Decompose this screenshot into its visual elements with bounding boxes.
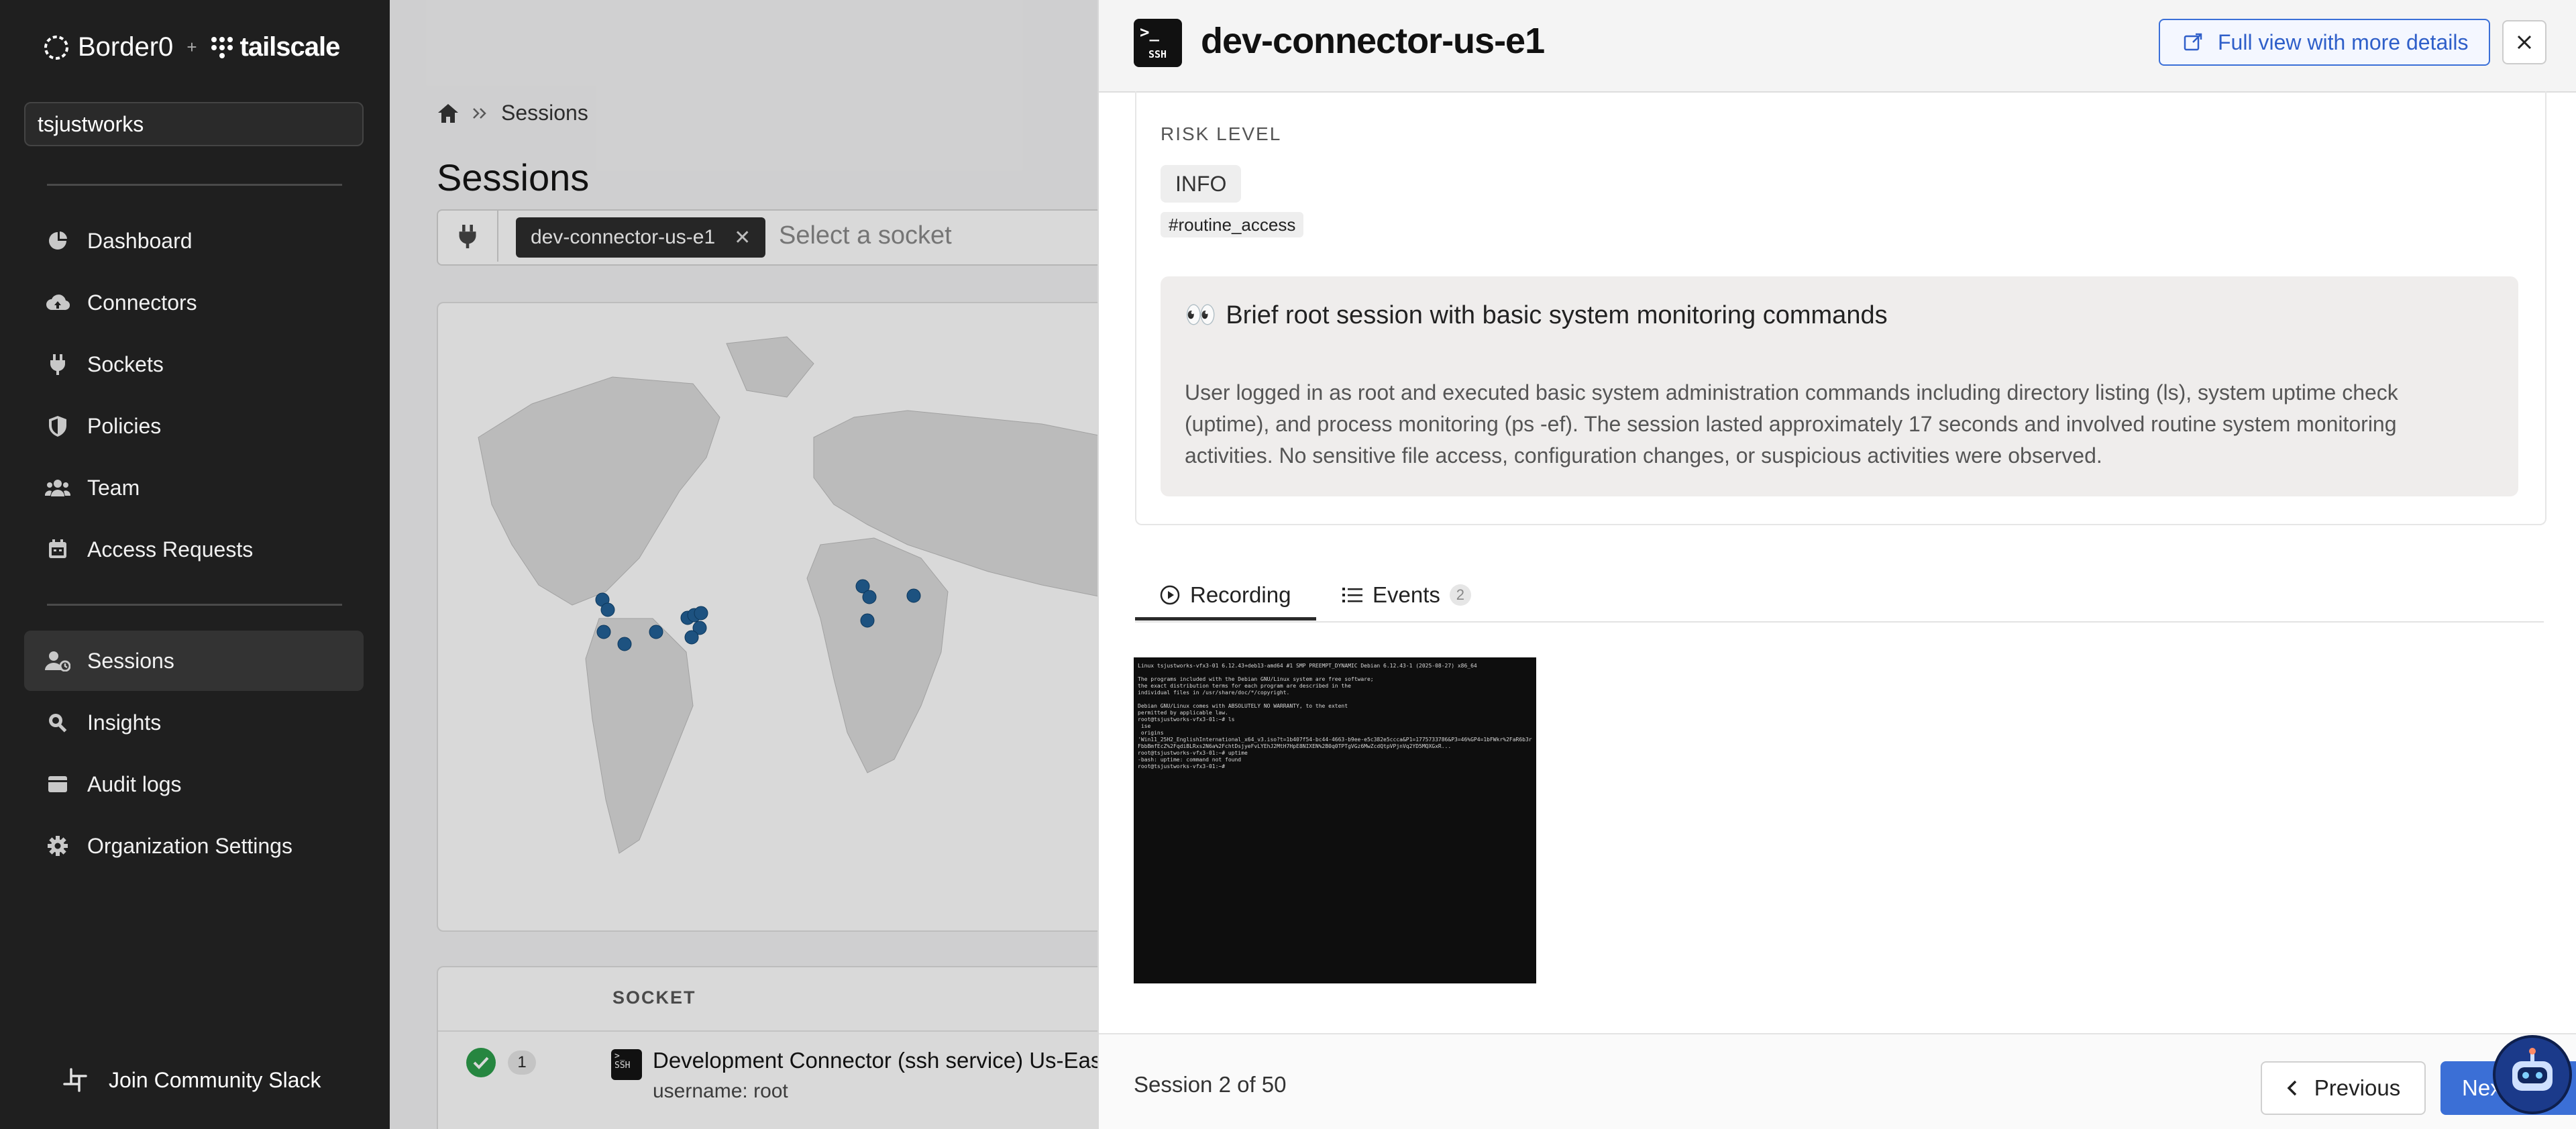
logo-plus: +	[186, 37, 197, 57]
sidebar-item-dashboard[interactable]: Dashboard	[24, 211, 364, 271]
sidebar-item-audit-logs[interactable]: Audit logs	[24, 754, 364, 814]
full-view-button[interactable]: Full view with more details	[2159, 19, 2490, 66]
sidebar-divider	[47, 184, 342, 186]
sidebar-item-label: Access Requests	[87, 537, 254, 561]
tab-events[interactable]: Events 2	[1342, 570, 1471, 620]
session-recording-player[interactable]: Linux tsjustworks-vfx3-01 6.12.43+deb13-…	[1134, 657, 1536, 983]
slack-icon	[63, 1068, 87, 1092]
risk-level-badge: INFO	[1161, 165, 1242, 203]
brand-name: Border0	[78, 32, 174, 62]
previous-label: Previous	[2314, 1075, 2401, 1100]
summary-title: 👀 Brief root session with basic system m…	[1185, 301, 1888, 330]
session-counter: Session 2 of 50	[1134, 1072, 1287, 1097]
plug-icon	[44, 353, 71, 376]
join-slack-link[interactable]: Join Community Slack	[62, 1067, 321, 1093]
sidebar-item-policies[interactable]: Policies	[24, 396, 364, 456]
terminal-output: Linux tsjustworks-vfx3-01 6.12.43+deb13-…	[1138, 663, 1532, 769]
full-view-label: Full view with more details	[2218, 30, 2469, 54]
sidebar-item-label: Sessions	[87, 648, 174, 673]
ai-summary: 👀 Brief root session with basic system m…	[1161, 276, 2518, 496]
summary-text: User logged in as root and executed basi…	[1185, 380, 2398, 468]
close-drawer-button[interactable]	[2502, 20, 2546, 64]
sidebar-divider	[47, 604, 342, 606]
search-icon	[44, 712, 71, 733]
org-selector[interactable]: tsjustworks	[24, 102, 364, 146]
sidebar: Border0 + tailscale tsjustworks Dashboar…	[0, 0, 390, 1129]
risk-level-label: RISK LEVEL	[1161, 123, 1282, 144]
sidebar-item-label: Dashboard	[87, 228, 193, 253]
sidebar-item-access-requests[interactable]: Access Requests	[24, 519, 364, 580]
drawer-header: >_ SSH dev-connector-us-e1 Full view wit…	[1099, 0, 2576, 93]
sidebar-item-label: Audit logs	[87, 771, 182, 796]
sidebar-item-label: Organization Settings	[87, 833, 292, 858]
border0-logo-icon	[44, 35, 68, 60]
sidebar-item-label: Sockets	[87, 352, 164, 376]
join-slack-label: Join Community Slack	[109, 1067, 321, 1092]
dashboard-icon	[44, 230, 71, 252]
sidebar-item-label: Insights	[87, 710, 162, 735]
sidebar-item-label: Policies	[87, 413, 162, 438]
modal-backdrop[interactable]	[390, 0, 1097, 1129]
ssh-icon: >_ SSH	[1134, 19, 1182, 67]
sidebar-item-label: Connectors	[87, 290, 197, 315]
external-link-icon	[2184, 33, 2202, 51]
calendar-icon	[44, 539, 71, 560]
drawer-tabs: Recording Events 2	[1135, 557, 2544, 623]
sidebar-item-team[interactable]: Team	[24, 458, 364, 518]
summary-title-text: Brief root session with basic system mon…	[1226, 301, 1888, 329]
cloud-upload-icon	[44, 292, 71, 313]
user-session-icon	[44, 650, 71, 671]
drawer-title: dev-connector-us-e1	[1201, 21, 1545, 61]
assistant-bot-button[interactable]	[2493, 1035, 2572, 1114]
team-icon	[44, 478, 71, 498]
session-insight-card: RISK LEVEL INFO #routine_access 👀 Brief …	[1135, 91, 2546, 525]
session-detail-drawer: >_ SSH dev-connector-us-e1 Full view wit…	[1097, 0, 2576, 1129]
tab-recording[interactable]: Recording	[1159, 570, 1291, 620]
tab-events-label: Events	[1373, 582, 1440, 607]
session-tag: #routine_access	[1161, 212, 1304, 237]
sidebar-item-label: Team	[87, 475, 140, 500]
active-tab-indicator	[1135, 617, 1316, 621]
sessions-page: Sessions Sessions dev-connector-us-e1 ✕ …	[390, 0, 1097, 1129]
sidebar-item-sockets[interactable]: Sockets	[24, 334, 364, 394]
gear-icon	[44, 835, 71, 857]
sidebar-item-connectors[interactable]: Connectors	[24, 272, 364, 333]
sidebar-item-sessions[interactable]: Sessions	[24, 631, 364, 691]
sidebar-item-insights[interactable]: Insights	[24, 692, 364, 753]
audit-icon	[44, 773, 71, 795]
sidebar-item-organization-settings[interactable]: Organization Settings	[24, 816, 364, 876]
tailscale-logo-icon	[211, 36, 233, 58]
eyes-icon: 👀	[1185, 301, 1217, 329]
tab-recording-label: Recording	[1190, 582, 1291, 607]
chevron-left-icon	[2287, 1080, 2297, 1096]
drawer-footer: Session 2 of 50 Previous Next	[1099, 1033, 2576, 1129]
play-circle-icon	[1160, 585, 1180, 605]
previous-button[interactable]: Previous	[2261, 1061, 2426, 1115]
shield-icon	[44, 415, 71, 437]
close-icon	[2517, 35, 2532, 50]
logo[interactable]: Border0 + tailscale	[42, 32, 341, 62]
events-count-badge: 2	[1449, 584, 1471, 606]
robot-icon	[2512, 1048, 2553, 1091]
list-icon	[1342, 588, 1362, 602]
partner-name: tailscale	[239, 32, 341, 62]
